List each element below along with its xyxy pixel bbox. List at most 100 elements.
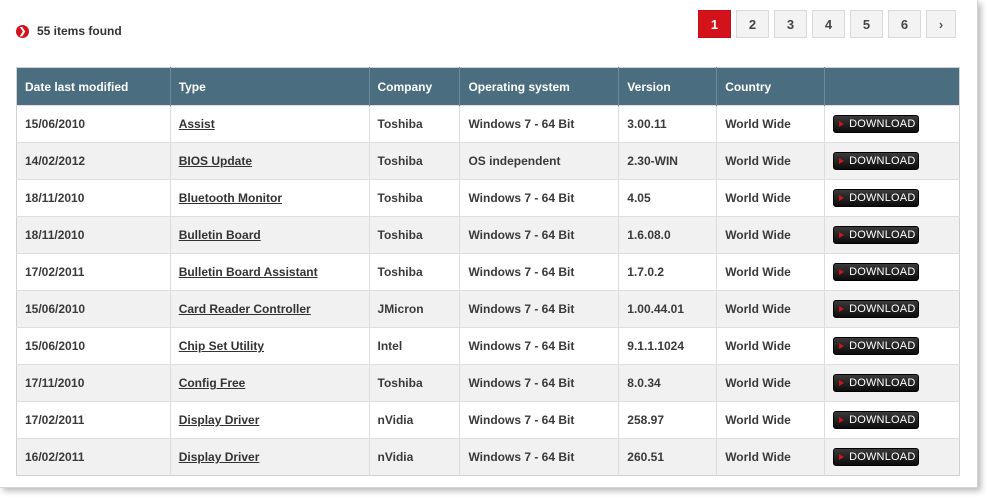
column-header-version[interactable]: Version — [618, 67, 718, 106]
play-icon — [839, 417, 845, 423]
column-header-action — [824, 67, 960, 106]
cell-company: Toshiba — [369, 142, 461, 180]
cell-date: 16/02/2011 — [16, 438, 171, 476]
company-text: Toshiba — [377, 376, 423, 390]
os-text: Windows 7 - 64 Bit — [468, 450, 575, 464]
driver-type-link[interactable]: Display Driver — [179, 450, 260, 464]
company-text: Intel — [377, 339, 403, 353]
column-header-company[interactable]: Company — [369, 67, 461, 106]
cell-type: BIOS Update — [170, 142, 370, 180]
driver-type-link[interactable]: Card Reader Controller — [179, 302, 311, 316]
cell-country: World Wide — [716, 179, 826, 217]
cell-country: World Wide — [716, 327, 826, 365]
os-text: Windows 7 - 64 Bit — [468, 117, 575, 131]
table-row: 17/02/2011 Display Driver nVidia Windows… — [16, 401, 960, 439]
next-page-button[interactable]: › — [926, 10, 956, 38]
download-label: DOWNLOAD — [849, 192, 916, 204]
table-row: 17/02/2011 Bulletin Board Assistant Tosh… — [16, 253, 960, 291]
download-button[interactable]: DOWNLOAD — [833, 263, 920, 281]
cell-version: 1.6.08.0 — [618, 216, 718, 254]
date-text: 18/11/2010 — [25, 191, 85, 205]
page-button-6[interactable]: 6 — [888, 10, 921, 38]
download-button[interactable]: DOWNLOAD — [833, 448, 920, 466]
page-button-4[interactable]: 4 — [812, 10, 845, 38]
company-text: nVidia — [377, 450, 414, 464]
cell-type: Display Driver — [170, 401, 370, 439]
download-button[interactable]: DOWNLOAD — [833, 337, 920, 355]
page-button-1[interactable]: 1 — [698, 10, 731, 38]
cell-date: 17/11/2010 — [16, 364, 171, 402]
cell-download: DOWNLOAD — [824, 401, 960, 439]
play-icon — [839, 195, 845, 201]
cell-version: 260.51 — [618, 438, 718, 476]
column-header-type[interactable]: Type — [170, 67, 370, 106]
page-button-3[interactable]: 3 — [774, 10, 807, 38]
version-text: 260.51 — [627, 450, 664, 464]
download-button[interactable]: DOWNLOAD — [833, 300, 920, 318]
cell-type: Bulletin Board Assistant — [170, 253, 370, 291]
cell-company: Toshiba — [369, 179, 461, 217]
driver-type-link[interactable]: Bulletin Board Assistant — [179, 265, 318, 279]
cell-date: 18/11/2010 — [16, 179, 171, 217]
os-text: Windows 7 - 64 Bit — [468, 191, 575, 205]
country-text: World Wide — [725, 413, 791, 427]
download-button[interactable]: DOWNLOAD — [833, 115, 920, 133]
cell-os: Windows 7 - 64 Bit — [459, 327, 620, 365]
date-text: 15/06/2010 — [25, 339, 86, 353]
version-text: 3.00.11 — [627, 117, 667, 131]
version-text: 8.0.34 — [627, 376, 661, 390]
page-button-5[interactable]: 5 — [850, 10, 883, 38]
cell-date: 15/06/2010 — [16, 105, 171, 143]
driver-type-link[interactable]: Assist — [179, 117, 215, 131]
driver-type-link[interactable]: BIOS Update — [179, 154, 252, 168]
driver-type-link[interactable]: Chip Set Utility — [179, 339, 264, 353]
driver-type-link[interactable]: Bluetooth Monitor — [179, 191, 282, 205]
cell-os: Windows 7 - 64 Bit — [459, 364, 620, 402]
table-row: 15/06/2010 Card Reader Controller JMicro… — [16, 290, 960, 328]
company-text: nVidia — [377, 413, 414, 427]
driver-type-link[interactable]: Display Driver — [179, 413, 260, 427]
cell-country: World Wide — [716, 290, 826, 328]
cell-os: Windows 7 - 64 Bit — [459, 290, 620, 328]
download-label: DOWNLOAD — [849, 266, 916, 278]
column-header-os[interactable]: Operating system — [459, 67, 620, 106]
download-button[interactable]: DOWNLOAD — [833, 374, 920, 392]
page-button-2[interactable]: 2 — [736, 10, 769, 38]
column-header-country[interactable]: Country — [716, 67, 826, 106]
table-row: 17/11/2010 Config Free Toshiba Windows 7… — [16, 364, 960, 402]
cell-date: 15/06/2010 — [16, 290, 171, 328]
chevron-right-circle-icon: ❯ — [16, 24, 29, 38]
cell-country: World Wide — [716, 216, 826, 254]
download-button[interactable]: DOWNLOAD — [833, 189, 920, 207]
cell-date: 17/02/2011 — [16, 401, 171, 439]
cell-type: Card Reader Controller — [170, 290, 370, 328]
column-header-date[interactable]: Date last modified — [16, 67, 171, 106]
cell-os: Windows 7 - 64 Bit — [459, 105, 620, 143]
version-text: 2.30-WIN — [627, 154, 678, 168]
cell-company: nVidia — [369, 438, 461, 476]
download-button[interactable]: DOWNLOAD — [833, 226, 920, 244]
cell-os: Windows 7 - 64 Bit — [459, 253, 620, 291]
cell-company: Toshiba — [369, 105, 461, 143]
os-text: Windows 7 - 64 Bit — [468, 228, 575, 242]
play-icon — [839, 232, 845, 238]
cell-os: Windows 7 - 64 Bit — [459, 179, 620, 217]
date-text: 17/02/2011 — [25, 265, 85, 279]
company-text: Toshiba — [377, 191, 423, 205]
cell-date: 14/02/2012 — [16, 142, 171, 180]
download-label: DOWNLOAD — [849, 303, 916, 315]
play-icon — [839, 380, 845, 386]
version-text: 258.97 — [627, 413, 664, 427]
download-label: DOWNLOAD — [849, 118, 916, 130]
country-text: World Wide — [725, 154, 791, 168]
download-label: DOWNLOAD — [849, 155, 916, 167]
download-label: DOWNLOAD — [849, 229, 916, 241]
cell-os: Windows 7 - 64 Bit — [459, 216, 620, 254]
cell-version: 2.30-WIN — [618, 142, 718, 180]
cell-date: 17/02/2011 — [16, 253, 171, 291]
download-button[interactable]: DOWNLOAD — [833, 152, 920, 170]
driver-type-link[interactable]: Config Free — [179, 376, 246, 390]
driver-type-link[interactable]: Bulletin Board — [179, 228, 261, 242]
download-button[interactable]: DOWNLOAD — [833, 411, 920, 429]
cell-download: DOWNLOAD — [824, 216, 960, 254]
